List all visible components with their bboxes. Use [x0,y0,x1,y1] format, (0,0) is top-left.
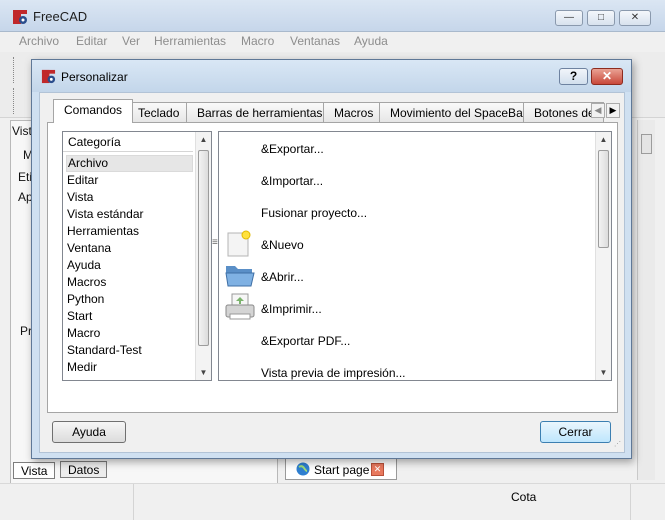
category-item[interactable]: Herramientas [66,224,193,241]
commands-tab-page: Categoría Archivo Editar Vista Vista est… [47,122,618,413]
command-item[interactable]: &Importar... [261,174,323,188]
command-list[interactable]: &Exportar... &Importar... Fusionar proye… [218,131,612,381]
app-title: FreeCAD [33,9,88,24]
menu-editar[interactable]: Editar [76,34,107,48]
help-button[interactable]: Ayuda [52,421,126,443]
scroll-up-arrow[interactable]: ▲ [196,132,211,147]
category-item[interactable]: Ayuda [66,258,193,275]
open-folder-icon [225,266,255,287]
category-list[interactable]: Categoría Archivo Editar Vista Vista est… [62,131,212,381]
panel-column-label: Eti [18,170,33,184]
category-item[interactable]: Macro [66,326,193,343]
dialog-title: Personalizar [61,70,128,84]
menu-herramientas[interactable]: Herramientas [154,34,226,48]
category-item[interactable]: Macros [66,275,193,292]
command-item[interactable]: &Imprimir... [261,302,322,316]
command-item[interactable]: &Abrir... [261,270,304,284]
dialog-titlebar: Personalizar ? ✕ [32,60,631,92]
status-divider [630,484,631,520]
tab-vista[interactable]: Vista [13,462,56,479]
freecad-logo-icon [13,10,27,24]
close-tab-icon[interactable]: ✕ [371,463,384,476]
printer-icon [225,293,255,320]
command-item[interactable]: Fusionar proyecto... [261,206,367,220]
command-item[interactable]: Vista previa de impresión... [261,366,406,380]
category-scrollbar[interactable]: ▲ ▼ [195,132,211,380]
category-item[interactable]: Ventana [66,241,193,258]
category-item[interactable]: Vista estándar [66,207,193,224]
scrollbar-thumb[interactable] [598,150,609,248]
start-page-tab[interactable]: Start page ✕ [285,458,397,480]
customize-dialog: Personalizar ? ✕ Comandos Teclado Barras… [31,59,632,459]
maximize-button[interactable]: □ [587,10,615,26]
command-item[interactable]: &Nuevo [261,238,304,252]
globe-icon [296,462,310,476]
tab-scroll-left-button[interactable]: ◀ [591,103,605,118]
close-button[interactable]: ✕ [619,10,651,26]
scrollbar-thumb[interactable] [641,134,652,154]
toolbar-grip[interactable] [13,57,15,83]
command-item[interactable]: &Exportar PDF... [261,334,350,348]
tab-comandos[interactable]: Comandos [53,99,134,123]
scroll-down-arrow[interactable]: ▼ [196,365,211,380]
command-scrollbar[interactable]: ▲ ▼ [595,132,611,380]
status-divider [133,484,134,520]
resize-grip[interactable]: ⋰ [614,441,624,453]
category-item[interactable]: Archivo [66,155,193,172]
toolbar-grip[interactable] [13,88,15,114]
dialog-help-button[interactable]: ? [559,68,588,85]
scrollbar-thumb[interactable] [198,150,209,346]
category-item[interactable]: Medir [66,360,193,377]
menu-macro[interactable]: Macro [241,34,274,48]
tab-teclado[interactable]: Teclado [127,102,191,122]
menu-ver[interactable]: Ver [122,34,140,48]
freecad-logo-icon [41,69,56,84]
tab-datos[interactable]: Datos [60,461,108,478]
minimize-button[interactable]: — [555,10,583,26]
dialog-body: Comandos Teclado Barras de herramientas … [39,92,625,453]
dialog-close-button[interactable]: ✕ [591,68,623,85]
start-page-label: Start page [314,463,370,477]
scroll-up-arrow[interactable]: ▲ [596,132,611,147]
status-bar: Cota [0,483,665,520]
units-status: Cota [511,490,537,504]
menu-archivo[interactable]: Archivo [19,34,59,48]
category-item[interactable]: Vista [66,190,193,207]
tab-movimiento-spaceball[interactable]: Movimiento del SpaceBall [379,102,540,122]
view-scrollbar[interactable] [637,120,655,480]
category-item[interactable]: Python [66,292,193,309]
menu-ayuda[interactable]: Ayuda [354,34,388,48]
tab-macros[interactable]: Macros [323,102,385,122]
command-item[interactable]: &Exportar... [261,142,324,156]
close-dialog-button[interactable]: Cerrar [540,421,611,443]
new-document-icon [227,230,251,257]
tab-scroll-right-button[interactable]: ▶ [606,103,620,118]
category-header: Categoría [63,132,193,152]
category-item[interactable]: Editar [66,173,193,190]
tab-barras-de-herramientas[interactable]: Barras de herramientas [186,102,334,122]
category-item[interactable]: Standard-Test [66,343,193,360]
scroll-down-arrow[interactable]: ▼ [596,365,611,380]
category-item[interactable]: Start [66,309,193,326]
menu-ventanas[interactable]: Ventanas [290,34,340,48]
main-titlebar: FreeCAD — □ ✕ [0,0,665,32]
